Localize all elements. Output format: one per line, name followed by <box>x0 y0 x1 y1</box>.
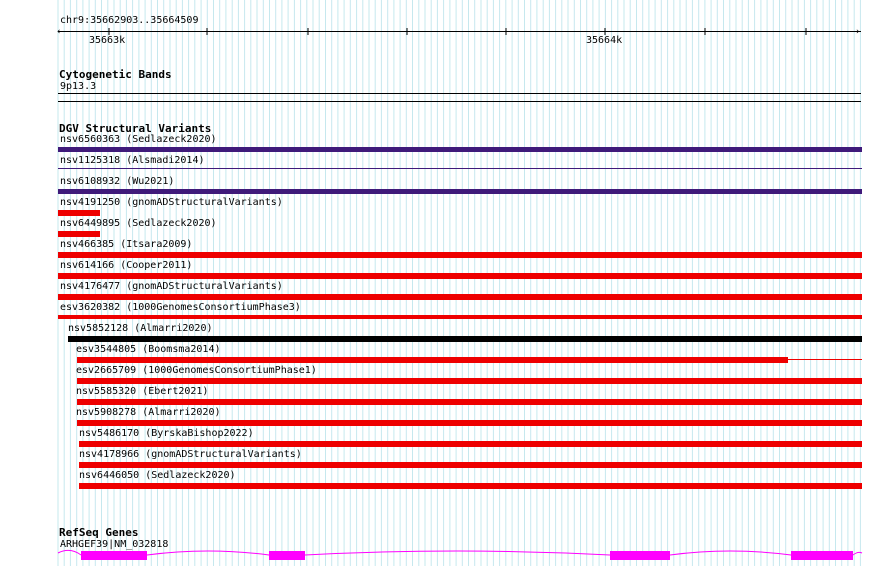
dgv-feature-label[interactable]: nsv5585320 (Ebert2021) <box>76 386 208 398</box>
dgv-feature-bar[interactable] <box>79 483 862 489</box>
gene-intron <box>57 549 863 556</box>
ruler-tick-label: 35663k <box>89 35 126 46</box>
dgv-feature-bar[interactable] <box>58 189 862 194</box>
dgv-feature-label[interactable]: esv3620382 (1000GenomesConsortiumPhase3) <box>60 302 301 314</box>
dgv-feature-bar[interactable] <box>79 441 862 447</box>
gene-model[interactable] <box>0 545 890 565</box>
track-title-cytoband[interactable]: Cytogenetic Bands <box>59 68 172 81</box>
track-divider <box>58 101 861 102</box>
gene-exon[interactable] <box>269 551 305 560</box>
region-label: chr9:35662903..35664509 <box>60 15 199 26</box>
dgv-feature-label[interactable]: nsv5852128 (Almarri2020) <box>68 323 213 335</box>
gene-exon[interactable] <box>610 551 670 560</box>
dgv-feature-bar[interactable] <box>58 315 862 319</box>
dgv-feature-bar[interactable] <box>58 210 100 216</box>
dgv-feature-label[interactable]: nsv614166 (Cooper2011) <box>60 260 192 272</box>
gene-exon[interactable] <box>791 551 853 560</box>
gene-exon[interactable] <box>81 551 147 560</box>
dgv-feature-label[interactable]: nsv4176477 (gnomADStructuralVariants) <box>60 281 283 293</box>
cytoband-bar[interactable] <box>58 93 861 94</box>
dgv-feature-bar[interactable] <box>58 231 100 237</box>
dgv-feature-bar[interactable] <box>58 294 862 300</box>
dgv-feature-bar[interactable] <box>68 336 862 342</box>
cytoband-label[interactable]: 9p13.3 <box>60 81 96 93</box>
dgv-feature-label[interactable]: nsv466385 (Itsara2009) <box>60 239 192 251</box>
dgv-feature-label[interactable]: esv2665709 (1000GenomesConsortiumPhase1) <box>76 365 317 377</box>
dgv-feature-bar[interactable] <box>58 147 862 152</box>
dgv-feature-bar[interactable] <box>79 462 862 468</box>
dgv-feature-connector <box>788 359 862 360</box>
dgv-feature-label[interactable]: nsv6108932 (Wu2021) <box>60 176 174 188</box>
track-title-refseq[interactable]: RefSeq Genes <box>59 526 138 539</box>
dgv-feature-label[interactable]: nsv4191250 (gnomADStructuralVariants) <box>60 197 283 209</box>
dgv-feature-label[interactable]: nsv1125318 (Alsmadi2014) <box>60 155 205 167</box>
dgv-feature-label[interactable]: esv3544805 (Boomsma2014) <box>76 344 221 356</box>
ruler-tick-label: 35664k <box>586 35 623 46</box>
dgv-feature-bar[interactable] <box>77 378 862 384</box>
dgv-feature-bar[interactable] <box>58 168 862 169</box>
dgv-feature-bar[interactable] <box>58 252 862 258</box>
ruler-right-arrow-icon[interactable]: › <box>855 26 860 38</box>
dgv-feature-label[interactable]: nsv5908278 (Almarri2020) <box>76 407 221 419</box>
dgv-feature-label[interactable]: nsv6560363 (Sedlazeck2020) <box>60 134 217 146</box>
dgv-feature-bar[interactable] <box>77 420 862 426</box>
dgv-feature-bar[interactable] <box>77 357 788 363</box>
ruler-left-arrow-icon[interactable]: ‹ <box>56 26 61 38</box>
dgv-feature-label[interactable]: nsv5486170 (ByrskaBishop2022) <box>79 428 254 440</box>
dgv-feature-label[interactable]: nsv6446050 (Sedlazeck2020) <box>79 470 236 482</box>
dgv-feature-bar[interactable] <box>58 273 862 279</box>
dgv-feature-label[interactable]: nsv6449895 (Sedlazeck2020) <box>60 218 217 230</box>
dgv-feature-bar[interactable] <box>77 399 862 405</box>
ruler-line <box>58 31 861 32</box>
dgv-feature-label[interactable]: nsv4178966 (gnomADStructuralVariants) <box>79 449 302 461</box>
